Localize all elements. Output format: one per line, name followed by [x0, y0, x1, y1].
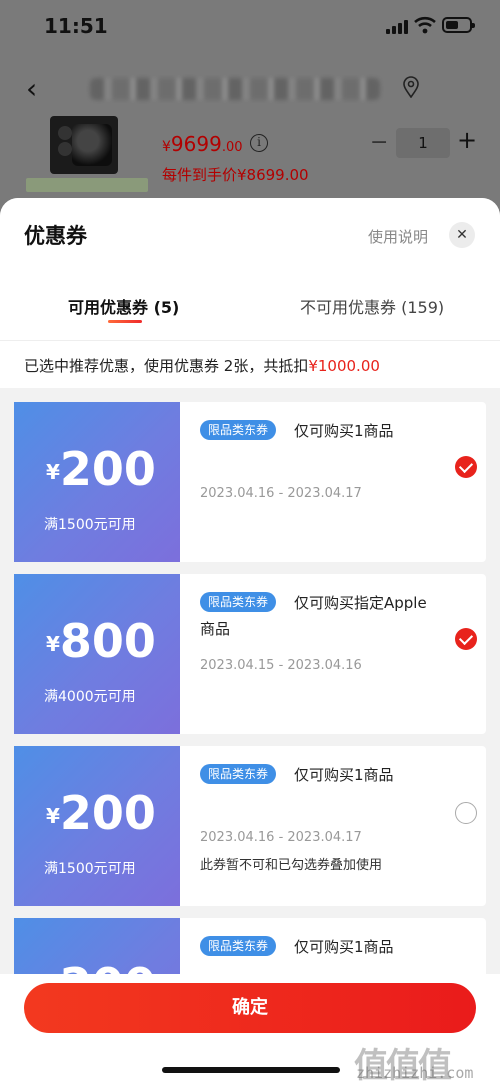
product-summary: ¥9699.00 i 每件到手价¥8699.00 − 1 +	[0, 112, 500, 200]
summary-text: 已选中推荐优惠，使用优惠券 2张，共抵扣	[24, 357, 309, 375]
cellular-signal-icon	[386, 18, 410, 34]
sheet-title: 优惠券	[24, 224, 87, 248]
coupon-card[interactable]: ¥200 限品类东券 仅可购买1商品	[14, 918, 486, 982]
coupon-conflict-note: 此券暂不可和已勾选券叠加使用	[200, 858, 383, 873]
coupon-min-spend: 满4000元可用	[44, 689, 136, 705]
coupon-validity: 2023.04.15 - 2023.04.16	[200, 658, 362, 673]
coupon-description: 仅可购买1商品	[294, 938, 394, 956]
product-thumbnail	[50, 116, 118, 174]
close-icon: ✕	[456, 227, 468, 243]
tab-unavailable-coupons[interactable]: 不可用优惠券 (159)	[300, 294, 444, 318]
coupon-card[interactable]: ¥200 满1500元可用 限品类东券 仅可购买1商品 2023.04.16 -…	[14, 402, 486, 562]
promo-strip	[26, 178, 148, 192]
battery-icon	[442, 17, 475, 33]
per-item-price: 每件到手价¥8699.00	[162, 166, 309, 184]
product-price: ¥9699.00	[162, 132, 243, 156]
back-arrow-icon[interactable]: ‹	[26, 72, 37, 105]
coupon-description: 仅可购买1商品	[294, 422, 394, 440]
info-icon[interactable]: i	[250, 134, 268, 152]
tab-available-coupons[interactable]: 可用优惠券 (5)	[68, 294, 179, 318]
coupon-validity: 2023.04.16 - 2023.04.17	[200, 486, 362, 501]
coupon-checkbox-unchecked[interactable]	[455, 802, 477, 824]
blurred-product-title	[90, 78, 380, 100]
home-indicator	[162, 1067, 340, 1073]
product-nav: ‹	[0, 66, 500, 110]
coupon-min-spend: 满1500元可用	[44, 517, 136, 533]
quantity-field[interactable]: 1	[396, 128, 450, 158]
quantity-increase-button[interactable]: +	[457, 126, 477, 154]
close-button[interactable]: ✕	[449, 222, 475, 248]
status-bar: 11:51	[0, 0, 500, 54]
coupon-tag: 限品类东券	[200, 936, 277, 956]
coupon-value-panel: ¥800 满4000元可用	[14, 574, 180, 734]
usage-instructions-link[interactable]: 使用说明	[368, 226, 428, 247]
bottom-action-bar: 确定 值值值 zhizhizhi.com	[0, 974, 500, 1083]
coupon-min-spend: 满1500元可用	[44, 861, 136, 877]
coupon-value-panel: ¥200 满1500元可用	[14, 746, 180, 906]
product-page-background: 11:51 ‹ ¥9699.00 i 每件到手价¥8699.00 − 1 +	[0, 0, 500, 230]
coupon-card[interactable]: ¥200 满1500元可用 限品类东券 仅可购买1商品 2023.04.16 -…	[14, 746, 486, 906]
sheet-header: 优惠券 使用说明 ✕ 可用优惠券 (5) 不可用优惠券 (159)	[0, 198, 500, 340]
selection-summary: 已选中推荐优惠，使用优惠券 2张，共抵扣¥1000.00	[0, 340, 500, 388]
coupon-description: 仅可购买指定Apple 商品	[200, 594, 427, 638]
coupon-description: 仅可购买1商品	[294, 766, 394, 784]
coupon-tag: 限品类东券	[200, 420, 277, 440]
wifi-icon	[414, 16, 436, 34]
coupon-list: ¥200 满1500元可用 限品类东券 仅可购买1商品 2023.04.16 -…	[0, 402, 500, 982]
coupon-checkbox-checked[interactable]	[455, 456, 477, 478]
location-pin-icon[interactable]	[402, 76, 420, 98]
coupon-amount: ¥200	[46, 786, 156, 840]
coupon-amount: ¥200	[46, 442, 156, 496]
coupon-amount: ¥800	[46, 614, 156, 668]
coupon-sheet: 优惠券 使用说明 ✕ 可用优惠券 (5) 不可用优惠券 (159) 已选中推荐优…	[0, 198, 500, 1083]
active-tab-indicator	[108, 320, 142, 323]
coupon-value-panel: ¥200	[14, 918, 180, 982]
coupon-validity: 2023.04.16 - 2023.04.17	[200, 830, 362, 845]
coupon-value-panel: ¥200 满1500元可用	[14, 402, 180, 562]
coupon-tag: 限品类东券	[200, 592, 277, 612]
confirm-button[interactable]: 确定	[24, 983, 476, 1033]
summary-discount-amount: ¥1000.00	[308, 357, 380, 375]
coupon-card[interactable]: ¥800 满4000元可用 限品类东券 仅可购买指定Apple 商品 2023.…	[14, 574, 486, 734]
coupon-checkbox-checked[interactable]	[455, 628, 477, 650]
status-time: 11:51	[44, 14, 108, 38]
coupon-tag: 限品类东券	[200, 764, 277, 784]
quantity-decrease-button[interactable]: −	[370, 130, 388, 155]
watermark-url: zhizhizhi.com	[356, 1064, 474, 1082]
